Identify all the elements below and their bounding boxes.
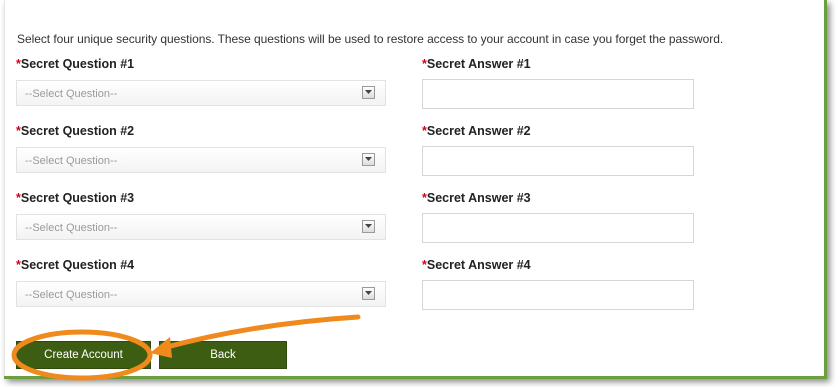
annotation-overlay <box>11 314 361 381</box>
arrowhead <box>150 337 172 358</box>
annotation-arrow-icon <box>160 314 361 351</box>
highlight-ellipse <box>11 329 153 381</box>
